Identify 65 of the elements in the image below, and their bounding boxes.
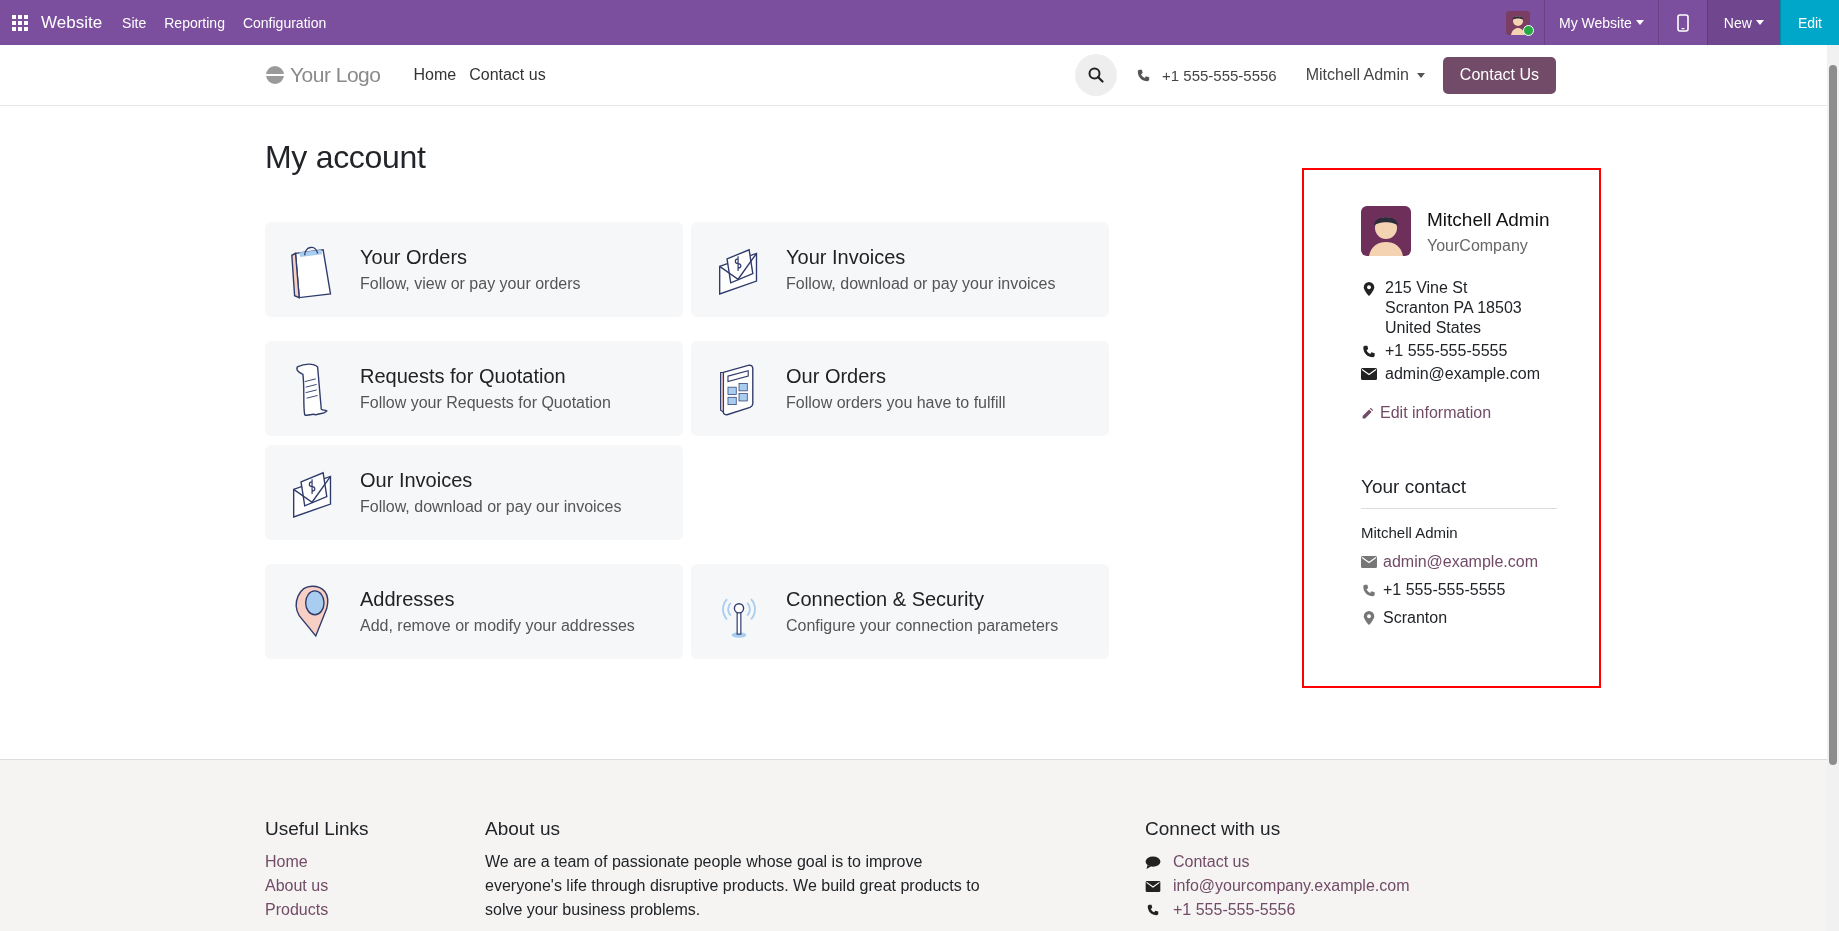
- contact-detail: United States: [1385, 318, 1483, 338]
- contact-detail: +1 555-555-5555: [1385, 341, 1508, 361]
- contact-detail: +1 555-555-5555: [1383, 581, 1506, 599]
- account-card[interactable]: Connection & Security Configure your connection parameters: [691, 564, 1109, 659]
- website-switcher[interactable]: My Website: [1544, 0, 1658, 45]
- phone-icon: [1361, 345, 1377, 358]
- footer-link[interactable]: info@yourcompany.example.com: [1173, 874, 1410, 898]
- avatar: [1361, 206, 1411, 256]
- account-card[interactable]: Requests for Quotation Follow your Requests for Quotation: [265, 341, 683, 436]
- footer-link[interactable]: Contact us: [1173, 850, 1250, 874]
- footer-link[interactable]: About us: [265, 874, 485, 898]
- user-menu[interactable]: Mitchell Admin: [1299, 65, 1431, 85]
- scrollbar[interactable]: [1827, 45, 1839, 931]
- app-name[interactable]: Website: [41, 12, 103, 33]
- phone-number: +1 555-555-5556: [1162, 66, 1277, 84]
- phone-icon: [1145, 904, 1161, 916]
- site-logo[interactable]: Your Logo: [265, 63, 381, 87]
- phone-device-icon: [1676, 13, 1689, 32]
- about-text: We are a team of passionate people whose goal is to improve everyone's life through disruptive products. We build great products to solve your business problems.: [485, 852, 981, 920]
- account-card[interactable]: Our Orders Follow orders you have to fulfill: [691, 341, 1109, 436]
- email-link[interactable]: admin@example.com: [1383, 553, 1538, 571]
- contact-detail: 215 Vine St: [1385, 278, 1469, 298]
- map-marker-icon: [1361, 611, 1377, 625]
- top-menu-item[interactable]: Site: [122, 14, 147, 31]
- account-card[interactable]: Addresses Add, remove or modify your addresses: [265, 564, 683, 659]
- footer-heading: Useful Links: [265, 818, 370, 840]
- contact-us-button[interactable]: Contact Us: [1442, 56, 1556, 94]
- nav-link[interactable]: Home: [413, 66, 457, 84]
- phone-icon: [1137, 68, 1150, 82]
- pencil-icon: [1361, 406, 1374, 420]
- account-card[interactable]: Our Invoices Follow, download or pay our invoices: [265, 445, 683, 540]
- envelope-icon: [1361, 556, 1377, 568]
- phone-icon: [1361, 583, 1377, 597]
- top-menu-item[interactable]: Reporting: [164, 14, 225, 31]
- account-card[interactable]: Your Orders Follow, view or pay your orders: [265, 222, 683, 317]
- section-heading: Your contact: [1361, 476, 1467, 498]
- search-icon: [1088, 67, 1104, 83]
- envelope-icon: [1145, 880, 1161, 892]
- caret-icon: [1416, 72, 1425, 78]
- apps-menu-icon[interactable]: [12, 14, 28, 31]
- footer-link[interactable]: +1 555-555-5556: [1173, 898, 1296, 922]
- footer-heading: Connect with us: [1145, 818, 1282, 840]
- chat-icon: [1145, 855, 1161, 869]
- search-button[interactable]: [1075, 54, 1117, 96]
- user-avatar-icon[interactable]: [1506, 10, 1530, 35]
- caret-icon: [1635, 20, 1644, 25]
- top-menu-item[interactable]: Configuration: [242, 14, 327, 31]
- envelope-icon: [1361, 368, 1377, 380]
- footer-link[interactable]: Products: [265, 898, 485, 922]
- contact-name: Mitchell Admin: [1361, 524, 1459, 541]
- profile-name: Mitchell Admin: [1427, 209, 1550, 231]
- nav-link[interactable]: Contact us: [469, 66, 546, 84]
- contact-detail: Scranton: [1383, 609, 1448, 627]
- company-name: YourCompany: [1427, 237, 1529, 255]
- map-marker-icon: [1361, 282, 1377, 296]
- footer-heading: About us: [485, 818, 561, 840]
- contact-detail: admin@example.com: [1385, 364, 1540, 384]
- caret-icon: [1755, 20, 1764, 25]
- logo-icon: [265, 65, 285, 85]
- account-card[interactable]: Your Invoices Follow, download or pay your invoices: [691, 222, 1109, 317]
- edit-information-link[interactable]: Edit information: [1361, 404, 1599, 422]
- new-button[interactable]: New: [1706, 0, 1780, 45]
- page-title: My account: [265, 139, 427, 176]
- contact-detail: Scranton PA 18503: [1385, 298, 1522, 318]
- footer-link[interactable]: Home: [265, 850, 485, 874]
